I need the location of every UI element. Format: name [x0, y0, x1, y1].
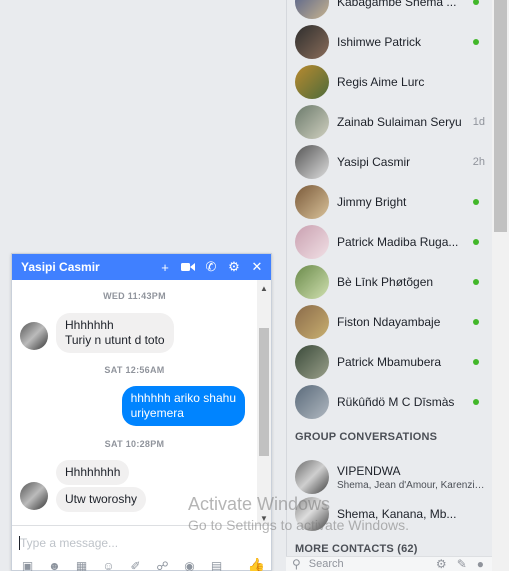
- avatar: [20, 322, 48, 350]
- contact-name: Fiston Ndayambaje: [337, 315, 441, 329]
- online-status-dot: [473, 319, 479, 325]
- gif-icon[interactable]: ▦: [73, 559, 90, 571]
- message-line: hhhhhh ariko shahu: [130, 391, 236, 405]
- watermark-line: Activate Windows: [188, 494, 331, 514]
- group-members: Shema, Jean d'Amour, Karenzi, ...: [337, 479, 487, 491]
- message-line: Hhhhhhh: [65, 318, 114, 332]
- contact-name: Bè Līnk Phøtõgen: [337, 275, 434, 289]
- add-people-icon[interactable]: +: [158, 260, 172, 275]
- message-line: Turiy n utunt d toto: [65, 333, 165, 347]
- search-icon: ⚲: [292, 557, 301, 571]
- table-icon[interactable]: ▤: [208, 559, 225, 571]
- online-status-dot: [473, 399, 479, 405]
- watermark-line: Go to Settings to activate Windows.: [188, 517, 409, 533]
- link-icon[interactable]: ☍: [154, 559, 171, 571]
- thumbs-up-icon[interactable]: 👍: [248, 557, 265, 571]
- contact-item[interactable]: Jimmy Bright: [295, 183, 485, 221]
- scroll-up-icon[interactable]: ▲: [260, 284, 268, 293]
- contact-name: Jimmy Bright: [337, 195, 407, 209]
- phone-icon[interactable]: ✆: [204, 259, 218, 274]
- chat-messages[interactable]: WED 11:43PM Hhhhhhh Turiy n utunt d toto…: [12, 280, 271, 525]
- more-contacts-heading: MORE CONTACTS (62): [295, 543, 418, 555]
- avatar: [295, 25, 329, 59]
- contact-name: Rükûñdö M C Dīsmàs: [337, 395, 455, 409]
- camera-icon[interactable]: ◉: [181, 559, 198, 571]
- close-icon[interactable]: ✕: [250, 259, 264, 274]
- avatar: [295, 385, 329, 419]
- gear-icon[interactable]: ⚙: [227, 259, 241, 274]
- avatar: [20, 482, 48, 510]
- contact-item[interactable]: Regis Aime Lurc: [295, 63, 485, 101]
- image-icon[interactable]: ▣: [19, 559, 36, 571]
- contact-item[interactable]: Ishimwe Patrick: [295, 23, 485, 61]
- group-icon[interactable]: ●: [477, 557, 484, 571]
- message-incoming: Utw tworoshy: [56, 487, 147, 512]
- contact-item[interactable]: Kabagambe Shema ...: [295, 0, 485, 21]
- contact-name: Yasipi Casmir: [337, 155, 411, 169]
- avatar: [295, 105, 329, 139]
- attachment-icon[interactable]: ✐: [127, 559, 144, 571]
- avatar: [295, 305, 329, 339]
- timestamp: SAT 12:56AM: [104, 365, 165, 375]
- avatar: [295, 345, 329, 379]
- avatar: [295, 145, 329, 179]
- emoji-icon[interactable]: ☺: [100, 559, 117, 571]
- message-outgoing: hhhhhh ariko shahu uriyemera: [121, 386, 245, 426]
- timestamp: WED 11:43PM: [103, 291, 166, 301]
- online-status-dot: [473, 359, 479, 365]
- chat-header[interactable]: Yasipi Casmir + ✆ ⚙ ✕: [12, 254, 271, 280]
- sidebar-search-bar[interactable]: ⚲ Search ⚙ ✎ ●: [286, 556, 492, 571]
- gear-icon[interactable]: ⚙: [436, 557, 447, 571]
- sidebar-scroll-thumb[interactable]: [494, 0, 507, 232]
- online-status-dot: [473, 279, 479, 285]
- sticker-icon[interactable]: ☻: [46, 559, 63, 571]
- search-input[interactable]: Search: [309, 558, 344, 570]
- chat-scroll-thumb[interactable]: [259, 328, 269, 456]
- contact-item[interactable]: Yasipi Casmir 2h: [295, 143, 485, 181]
- contact-item[interactable]: Patrick Madiba Ruga...: [295, 223, 485, 261]
- message-input[interactable]: [20, 535, 220, 551]
- avatar: [295, 0, 329, 19]
- last-active-time: 1d: [472, 116, 485, 128]
- avatar: [295, 65, 329, 99]
- avatar: [295, 185, 329, 219]
- online-status-dot: [473, 0, 479, 5]
- online-status-dot: [473, 239, 479, 245]
- avatar: [295, 265, 329, 299]
- online-status-dot: [473, 39, 479, 45]
- group-conversations-heading: GROUP CONVERSATIONS: [295, 431, 438, 443]
- contact-item[interactable]: Zainab Sulaiman Seryu 1d: [295, 103, 485, 141]
- chat-title[interactable]: Yasipi Casmir: [21, 260, 158, 274]
- contact-name: Kabagambe Shema ...: [337, 0, 457, 9]
- avatar: [295, 460, 329, 494]
- message-incoming: Hhhhhhhh: [56, 460, 130, 485]
- avatar: [295, 225, 329, 259]
- message-line: uriyemera: [130, 406, 184, 420]
- activation-watermark: Activate Windows Go to Settings to activ…: [188, 494, 409, 533]
- contact-name: Patrick Madiba Ruga...: [337, 235, 459, 249]
- contact-name: Regis Aime Lurc: [337, 75, 425, 89]
- contact-item[interactable]: Bè Līnk Phøtõgen: [295, 263, 485, 301]
- contact-item[interactable]: Rükûñdö M C Dīsmàs: [295, 383, 485, 421]
- group-name: VIPENDWA: [337, 463, 401, 478]
- contact-item[interactable]: Patrick Mbamubera: [295, 343, 485, 381]
- chat-scrollbar[interactable]: ▲ ▼: [257, 280, 271, 525]
- contact-name: Zainab Sulaiman Seryu: [337, 115, 462, 129]
- online-status-dot: [473, 199, 479, 205]
- contact-name: Patrick Mbamubera: [337, 355, 442, 369]
- contact-name: Ishimwe Patrick: [337, 35, 422, 49]
- group-item-vipendwa[interactable]: VIPENDWA Shema, Jean d'Amour, Karenzi, .…: [295, 458, 491, 496]
- last-active-time: 2h: [472, 156, 485, 168]
- compose-icon[interactable]: ✎: [457, 557, 467, 571]
- message-incoming: Hhhhhhh Turiy n utunt d toto: [56, 313, 174, 353]
- contact-item[interactable]: Fiston Ndayambaje: [295, 303, 485, 341]
- timestamp: SAT 10:28PM: [104, 439, 165, 449]
- video-call-icon[interactable]: [181, 260, 195, 274]
